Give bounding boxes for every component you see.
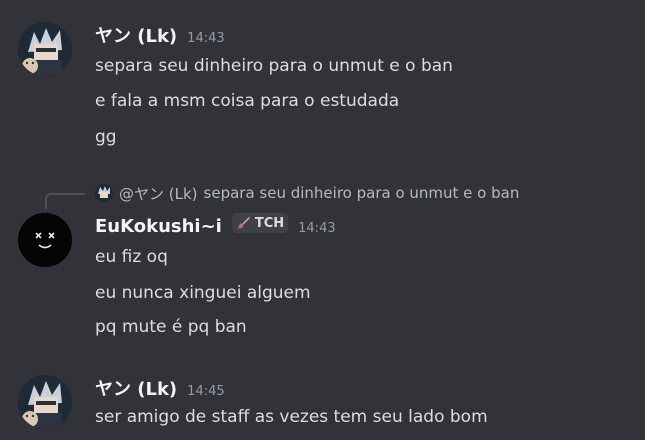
timestamp[interactable]: 14:43 — [187, 31, 224, 46]
reply-text[interactable]: separa seu dinheiro para o unmut e o ban — [204, 184, 520, 202]
message-text: gg — [95, 127, 117, 147]
role-tag[interactable]: TCH — [231, 213, 289, 233]
reply-preview[interactable]: @ヤン (Lk) separa seu dinheiro para o unmu… — [95, 182, 519, 204]
message-header: ヤン (Lk) 14:43 — [95, 22, 225, 48]
role-tag-label: TCH — [254, 215, 285, 231]
timestamp[interactable]: 14:43 — [298, 221, 335, 236]
sword-icon — [237, 217, 250, 230]
message-text: ser amigo de staff as vezes tem seu lado… — [95, 407, 488, 427]
smiley-face-avatar-icon — [18, 213, 72, 267]
message-text: e fala a msm coisa para o estudada — [95, 91, 400, 111]
message-text: pq mute é pq ban — [95, 317, 247, 337]
timestamp[interactable]: 14:45 — [187, 384, 224, 399]
anime-avatar-icon — [18, 22, 72, 76]
username[interactable]: ヤン (Lk) — [95, 22, 177, 48]
user-avatar[interactable] — [18, 213, 72, 267]
user-avatar[interactable] — [18, 375, 72, 429]
user-avatar[interactable] — [18, 22, 72, 76]
anime-avatar-icon — [18, 375, 72, 429]
message-text: eu nunca xinguei alguem — [95, 283, 311, 303]
message-text: separa seu dinheiro para o unmut e o ban — [95, 56, 453, 76]
username[interactable]: ヤン (Lk) — [95, 375, 177, 401]
reply-author[interactable]: @ヤン (Lk) — [119, 183, 198, 204]
message-text: eu fiz oq — [95, 247, 168, 267]
reply-connector — [45, 193, 85, 209]
message-header: ヤン (Lk) 14:45 — [95, 375, 225, 401]
username[interactable]: EuKokushi~i — [95, 216, 222, 237]
message-header: EuKokushi~i TCH 14:43 — [95, 213, 336, 238]
reply-avatar-icon — [95, 184, 113, 202]
